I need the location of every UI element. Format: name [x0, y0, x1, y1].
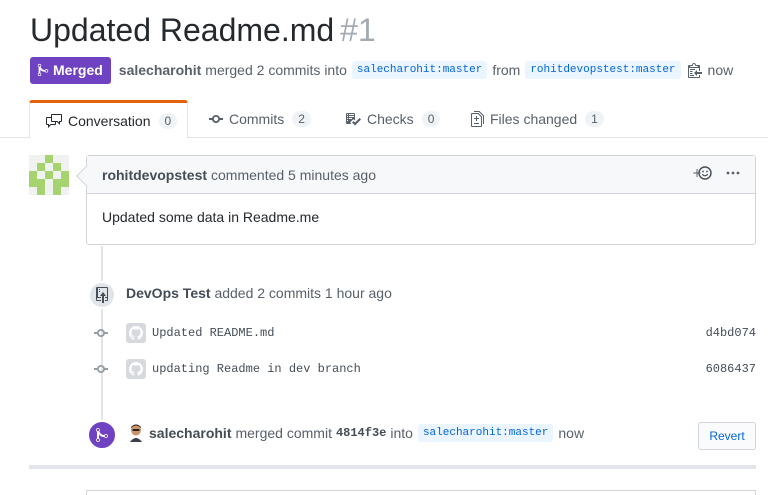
pr-merge-text: merged 2 commits into — [205, 62, 347, 78]
git-commit-icon — [209, 115, 223, 123]
commit-author-avatar[interactable] — [126, 323, 146, 343]
head-branch-label[interactable]: rohitdevopstest:master — [525, 61, 681, 79]
add-reaction-icon[interactable]: + — [692, 165, 712, 184]
tab-files-changed-count: 1 — [585, 111, 604, 127]
pr-title-text: Updated Readme.md — [30, 12, 335, 48]
merge-time: now — [558, 425, 585, 441]
kebab-menu-icon[interactable] — [726, 165, 740, 184]
tab-files-changed-label: Files changed — [490, 111, 578, 127]
tab-checks-count: 0 — [421, 111, 441, 127]
list-item: updating Readme in dev branch 6086437 — [93, 357, 756, 381]
merge-event: salecharohit merged commit 4814f3e into … — [128, 424, 584, 442]
push-event: DevOps Test added 2 commits 1 hour ago — [126, 285, 392, 301]
tab-files-changed[interactable]: Files changed 1 — [471, 100, 604, 138]
merge-into-text: into — [390, 425, 413, 441]
tab-conversation-label: Conversation — [68, 112, 151, 129]
identicon-avatar — [29, 155, 69, 195]
pr-meta: Merged salecharohit merged 2 commits int… — [30, 56, 734, 84]
tab-commits-label: Commits — [229, 111, 285, 127]
pr-title: Updated Readme.md #1 — [30, 12, 376, 49]
tab-conversation[interactable]: Conversation 0 — [29, 100, 188, 139]
merge-branch-label[interactable]: salecharohit:master — [417, 424, 554, 442]
merge-author-link[interactable]: salecharohit — [149, 425, 231, 441]
merge-commit-sha-link[interactable]: 4814f3e — [336, 426, 386, 440]
pr-author-link[interactable]: salecharohit — [119, 62, 201, 78]
tab-conversation-count: 0 — [158, 112, 178, 129]
comment-discussion-icon — [46, 113, 62, 128]
base-branch-label[interactable]: salecharohit:master — [351, 61, 488, 79]
avatar[interactable] — [128, 424, 144, 442]
repo-push-icon — [88, 281, 116, 309]
comment-author-link[interactable]: rohitdevopstest — [102, 167, 207, 183]
commit-message-link[interactable]: updating Readme in dev branch — [152, 362, 361, 376]
commit-message-link[interactable]: Updated README.md — [152, 326, 274, 340]
comment-body: Updated some data in Readme.me — [102, 209, 320, 225]
pr-time: now — [707, 62, 734, 78]
list-item: Updated README.md d4bd074 — [93, 321, 756, 345]
commit-author-avatar[interactable] — [126, 359, 146, 379]
tab-checks[interactable]: Checks 0 — [345, 100, 441, 138]
next-comment-box — [86, 490, 756, 495]
avatar[interactable] — [29, 155, 69, 195]
merge-event-text: merged commit — [235, 425, 332, 441]
tab-commits-count: 2 — [292, 111, 311, 127]
comment-box: rohitdevopstest commented 5 minutes ago … — [76, 155, 756, 245]
git-commit-icon — [93, 361, 109, 377]
tab-commits[interactable]: Commits 2 — [209, 100, 311, 138]
checklist-icon — [346, 113, 361, 126]
comment-action-text[interactable]: commented 5 minutes ago — [211, 167, 376, 183]
clippy-copy-icon[interactable] — [687, 62, 702, 78]
pr-number: #1 — [340, 12, 376, 48]
push-event-text: added 2 commits 1 hour ago — [214, 285, 392, 301]
tab-checks-label: Checks — [367, 111, 414, 127]
timeline-end-divider — [29, 465, 756, 469]
git-merge-icon — [87, 420, 117, 450]
git-commit-icon — [93, 325, 109, 341]
diff-icon — [471, 111, 484, 127]
revert-button[interactable]: Revert — [698, 422, 756, 450]
comment-header: rohitdevopstest commented 5 minutes ago … — [87, 156, 755, 194]
pr-from-text: from — [492, 62, 521, 78]
commit-sha-link[interactable]: d4bd074 — [706, 326, 756, 340]
comment-actions: + — [692, 165, 740, 184]
commit-sha-link[interactable]: 6086437 — [706, 362, 756, 376]
git-merge-icon — [37, 63, 49, 77]
push-author-link[interactable]: DevOps Test — [126, 285, 211, 301]
merged-status-badge: Merged — [30, 56, 111, 84]
merged-status-label: Merged — [53, 62, 103, 78]
pr-tabs: Conversation 0 Commits 2 Checks 0 Files … — [0, 100, 768, 139]
